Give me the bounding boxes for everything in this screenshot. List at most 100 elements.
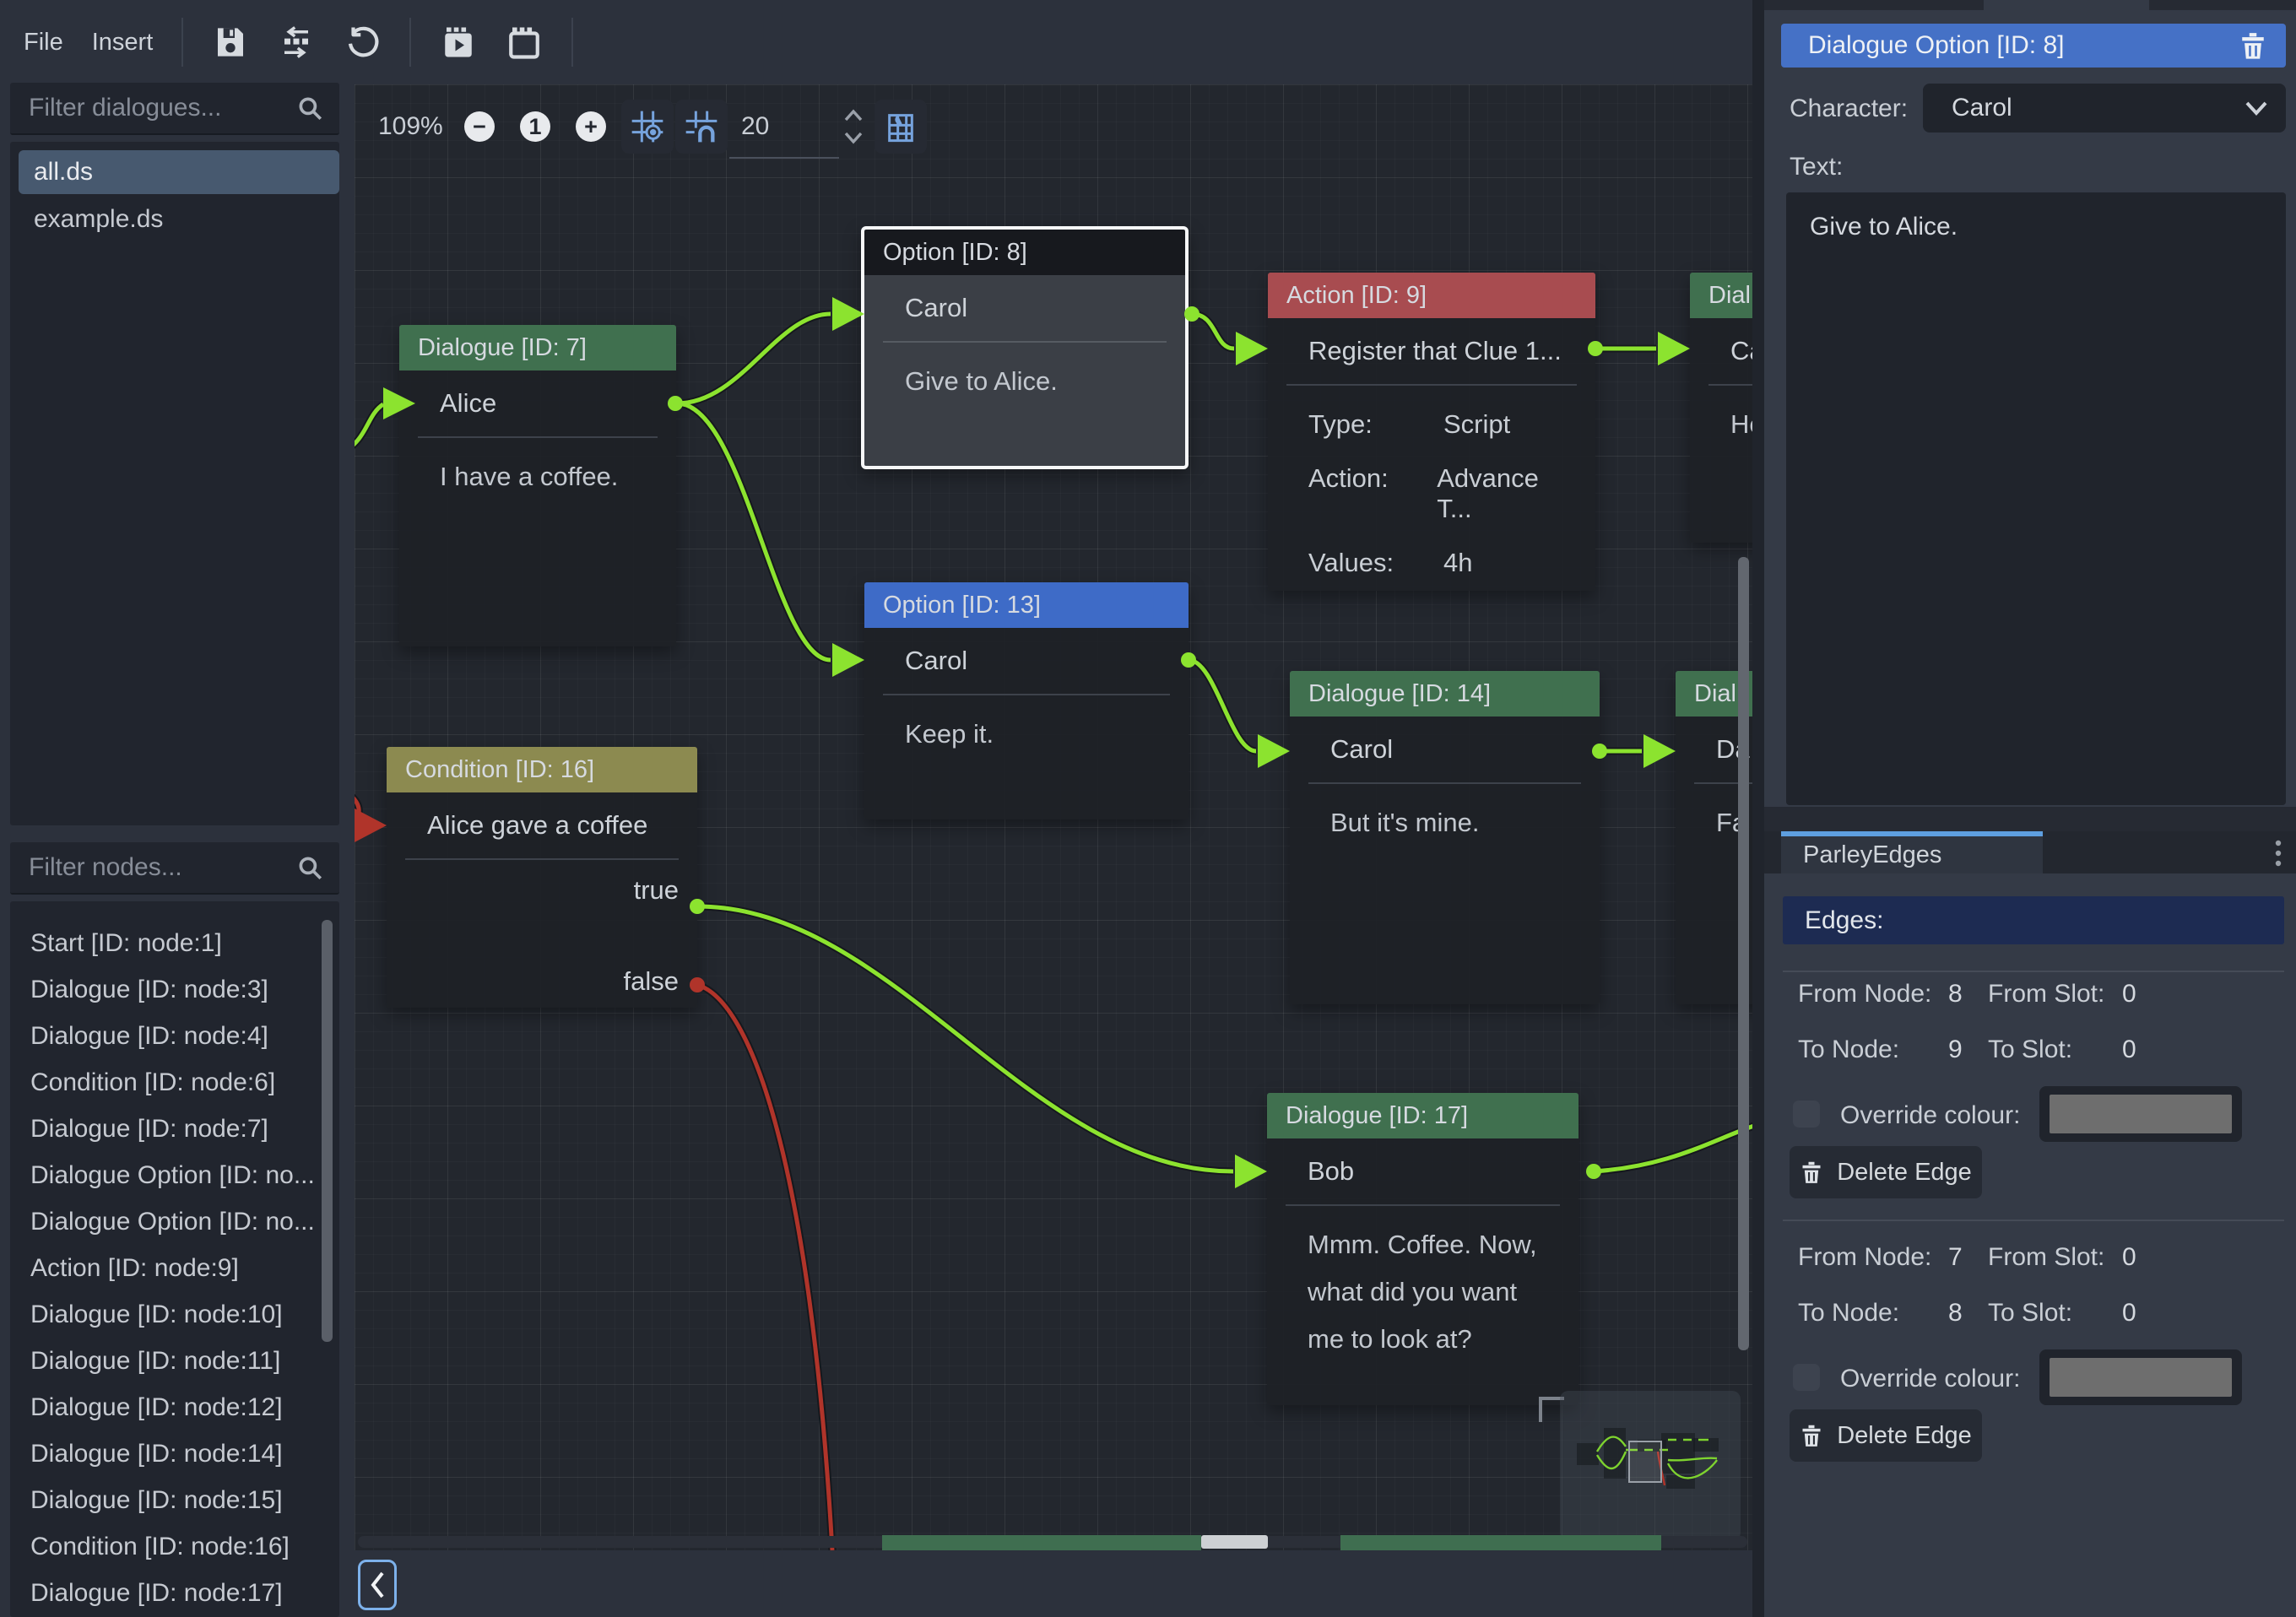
colour-swatch <box>2050 1095 2232 1133</box>
save-icon[interactable] <box>212 24 249 61</box>
delete-edge-label: Delete Edge <box>1837 1159 1972 1187</box>
node-list-item[interactable]: Dialogue [ID: node:14] <box>15 1432 283 1476</box>
node-list-item[interactable]: Condition [ID: node:16] <box>15 1525 290 1569</box>
graph-node-condition-16[interactable]: Condition [ID: 16] Alice gave a coffee t… <box>387 747 697 1008</box>
graph-node-dialogue-7[interactable]: Dialogue [ID: 7] Alice I have a coffee. <box>399 325 676 646</box>
tab-parleyedges[interactable]: ParleyEdges <box>1781 831 2043 873</box>
to-slot-value: 0 <box>2122 1036 2136 1064</box>
graph-node-dialogue-14[interactable]: Dialogue [ID: 14] Carol But it's mine. <box>1290 671 1600 1004</box>
reorder-icon[interactable] <box>278 24 315 61</box>
dialogues-filter-input[interactable]: Filter dialogues... <box>10 83 339 135</box>
inspector-title: Dialogue Option [ID: 8] <box>1808 31 2065 60</box>
menu-insert[interactable]: Insert <box>92 29 154 57</box>
snap-distance-field[interactable]: 20 <box>741 112 769 141</box>
node-list-item[interactable]: Dialogue Option [ID: no... <box>15 1154 315 1198</box>
field-label: Type: <box>1308 409 1443 440</box>
from-slot-value: 0 <box>2122 1243 2136 1272</box>
node-character: Carol <box>1290 717 1600 782</box>
node-title: Condition [ID: 16] <box>387 747 697 792</box>
node-text: Give to Alice. <box>864 343 1185 405</box>
override-colour-checkbox[interactable] <box>1793 1364 1820 1391</box>
graph-node-option-13[interactable]: Option [ID: 13] Carol Keep it. <box>864 582 1189 819</box>
minimap-viewport[interactable] <box>1629 1441 1661 1482</box>
node-label: Register that Clue 1... <box>1268 318 1595 384</box>
from-slot-value: 0 <box>2122 980 2136 1009</box>
from-slot-label: From Slot: <box>1988 1243 2104 1272</box>
panel-resize-divider[interactable] <box>1752 0 1764 1617</box>
search-icon <box>295 853 324 882</box>
zoom-in-button[interactable]: + <box>576 111 606 142</box>
field-value: 4h <box>1443 548 1472 578</box>
kebab-menu-icon[interactable] <box>2272 838 2284 868</box>
node-list-item[interactable]: Start [ID: node:1] <box>15 922 222 965</box>
node-title: Dialogue [ID: 7] <box>399 325 676 370</box>
from-node-label: From Node: <box>1798 980 1931 1009</box>
minimap[interactable] <box>1560 1391 1741 1541</box>
node-character: Carol <box>864 275 1185 341</box>
nodes-filter-input[interactable]: Filter nodes... <box>10 842 339 895</box>
node-title: Action [ID: 9] <box>1268 273 1595 318</box>
override-colour-checkbox[interactable] <box>1793 1101 1820 1128</box>
run-scene-icon[interactable] <box>506 24 543 61</box>
override-colour-picker[interactable] <box>2039 1086 2242 1142</box>
zoom-level-label: 109% <box>378 112 443 141</box>
field-label: Values: <box>1308 548 1443 578</box>
graph-node-option-8-selected[interactable]: Option [ID: 8] Carol Give to Alice. <box>861 226 1189 469</box>
node-list-item[interactable]: Dialogue [ID: node:4] <box>15 1014 268 1058</box>
offscreen-node-header-peek <box>1340 1535 1661 1550</box>
canvas-hscrollbar-thumb[interactable] <box>1201 1535 1268 1549</box>
canvas-vscrollbar-thumb[interactable] <box>1738 557 1749 1350</box>
collapse-panel-button[interactable] <box>358 1560 397 1610</box>
node-list-item[interactable]: Dialogue [ID: node:3] <box>15 968 268 1012</box>
node-title: Dialogue [ID: 14] <box>1290 671 1600 717</box>
grid-icon <box>631 110 664 143</box>
search-icon <box>295 94 324 122</box>
toolbar-separator <box>181 18 183 67</box>
menu-file[interactable]: File <box>24 29 63 57</box>
graph-canvas[interactable]: Dialogue [ID: 7] Alice I have a coffee. … <box>355 84 1752 1550</box>
graph-node-dialogue-17[interactable]: Dialogue [ID: 17] Bob Mmm. Coffee. Now, … <box>1267 1093 1578 1405</box>
grid-toggle-button[interactable] <box>621 100 674 154</box>
minimap-toggle-button[interactable] <box>875 100 927 154</box>
override-colour-picker[interactable] <box>2039 1349 2242 1405</box>
dialogue-file-item-selected[interactable]: all.ds <box>19 150 339 194</box>
to-slot-label: To Slot: <box>1988 1299 2072 1328</box>
divider <box>1783 971 2284 972</box>
chevron-down-icon <box>2244 100 2269 116</box>
zoom-out-button[interactable]: − <box>464 111 495 142</box>
node-list-item[interactable]: Dialogue [ID: node:12] <box>15 1386 283 1430</box>
node-text: But it's mine. <box>1290 784 1600 846</box>
node-list-item[interactable]: Dialogue [ID: node:7] <box>15 1107 268 1151</box>
text-editor[interactable]: Give to Alice. <box>1786 192 2286 805</box>
snap-toggle-button[interactable] <box>675 100 728 154</box>
node-list: Start [ID: node:1] Dialogue [ID: node:3]… <box>10 901 339 1617</box>
spinbox-arrows[interactable] <box>842 105 864 149</box>
app-root: File Insert Filter dialogues... all.ds e… <box>0 0 2296 1617</box>
field-value: Advance T... <box>1437 463 1573 524</box>
character-dropdown[interactable]: Carol <box>1923 84 2286 132</box>
undo-icon[interactable] <box>344 24 381 61</box>
node-divider <box>1286 384 1577 386</box>
run-dialogue-icon[interactable] <box>440 24 477 61</box>
node-list-scrollbar[interactable] <box>322 920 333 1342</box>
node-list-item[interactable]: Condition [ID: node:6] <box>15 1061 275 1105</box>
node-list-item[interactable]: Dialogue Option [ID: no... <box>15 1200 315 1244</box>
trash-icon[interactable] <box>2239 31 2267 60</box>
delete-edge-button[interactable]: Delete Edge <box>1790 1409 1982 1462</box>
trash-icon <box>1800 1160 1823 1184</box>
to-node-value: 9 <box>1948 1036 1963 1064</box>
condition-output-false: false <box>387 963 697 1000</box>
node-list-item[interactable]: Dialogue [ID: node:15] <box>15 1479 283 1522</box>
node-list-item[interactable]: Dialogue [ID: node:10] <box>15 1293 283 1337</box>
node-list-item[interactable]: Dialogue [ID: node:17] <box>15 1571 283 1615</box>
to-slot-label: To Slot: <box>1988 1036 2072 1064</box>
delete-edge-button[interactable]: Delete Edge <box>1790 1146 1982 1198</box>
dialogue-file-item[interactable]: example.ds <box>19 197 339 241</box>
offscreen-node-header-peek <box>882 1535 1201 1550</box>
node-list-item[interactable]: Action [ID: node:9] <box>15 1247 239 1290</box>
right-dock: Dialogue Option [ID: 8] Character: Carol… <box>1764 0 2296 1617</box>
graph-node-dialogue-clipped-top[interactable]: Dial Ca He <box>1690 273 1752 543</box>
node-list-item[interactable]: Dialogue [ID: node:11] <box>15 1339 280 1383</box>
graph-node-action-9[interactable]: Action [ID: 9] Register that Clue 1... T… <box>1268 273 1595 591</box>
zoom-reset-button[interactable]: 1 <box>520 111 550 142</box>
